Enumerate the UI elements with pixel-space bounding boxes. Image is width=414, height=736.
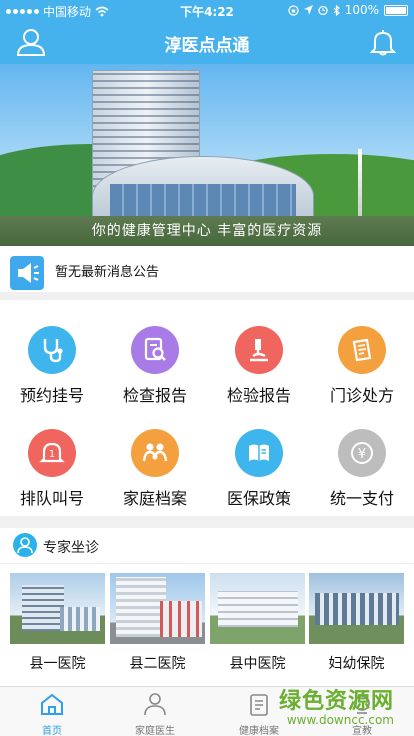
megaphone-icon [10, 256, 44, 290]
experts-title: 专家坐诊 [43, 540, 99, 556]
svg-text:¥: ¥ [358, 447, 366, 462]
hospital-photo [10, 573, 105, 644]
policy-book-icon [235, 429, 283, 477]
hospital-card-3[interactable]: 县中医院 [210, 573, 305, 681]
service-label: 家庭档案 [122, 489, 187, 508]
hospital-name: 县二医院 [129, 656, 186, 672]
watermark-title: 绿色资源网 [278, 689, 394, 714]
stethoscope-icon [28, 326, 76, 374]
service-appointment[interactable]: 预约挂号 [0, 310, 104, 413]
status-bar: 中国移动 下午4:22 100% [0, 0, 414, 20]
svg-text:1: 1 [49, 449, 55, 460]
home-icon [41, 693, 63, 715]
bell-icon[interactable] [370, 28, 396, 56]
clipboard-icon [250, 694, 268, 716]
tab-family-doctor[interactable]: 家庭医生 [103, 687, 207, 736]
hospital-card-4[interactable]: 妇幼保院 [309, 573, 404, 681]
service-label: 排队叫号 [19, 489, 84, 508]
location-icon [303, 5, 313, 15]
family-icon [131, 429, 179, 477]
tab-label: 家庭医生 [135, 726, 175, 736]
notice-bar[interactable]: 暂无最新消息公告 [0, 246, 414, 300]
service-label: 检查报告 [122, 386, 187, 405]
tab-label: 首页 [42, 726, 62, 736]
service-queue[interactable]: 1 排队叫号 [0, 413, 104, 516]
banner-caption: 你的健康管理中心 丰富的医疗资源 [0, 216, 414, 246]
queue-bell-icon: 1 [28, 429, 76, 477]
service-label: 统一支付 [329, 489, 394, 508]
watermark-url: www.downcc.com [286, 713, 394, 727]
service-label: 门诊处方 [329, 386, 394, 405]
doctor-icon [144, 693, 166, 716]
service-family-archive[interactable]: 家庭档案 [103, 413, 207, 516]
services-grid: 预约挂号 检查报告 检验报告 门诊处方 1 排队叫号 家庭档案 医保政策 ¥ 统… [0, 310, 414, 516]
section-divider [0, 516, 414, 528]
service-prescription[interactable]: 门诊处方 [310, 310, 414, 413]
alarm-icon [318, 5, 328, 15]
hospital-name: 县中医院 [229, 656, 286, 672]
battery-percent: 100% [344, 3, 379, 17]
service-exam-report[interactable]: 检查报告 [103, 310, 207, 413]
service-label: 预约挂号 [19, 386, 84, 405]
prescription-icon [338, 326, 386, 374]
hospital-name: 县一医院 [29, 656, 86, 672]
hospital-photo [309, 573, 404, 644]
microscope-icon [235, 326, 283, 374]
bluetooth-icon [333, 4, 340, 16]
hospital-card-1[interactable]: 县一医院 [10, 573, 105, 681]
hospital-photo [210, 573, 305, 644]
watermark: 绿色资源网 www.downcc.com [279, 683, 394, 727]
service-label: 检验报告 [226, 386, 291, 405]
battery-icon [384, 4, 408, 16]
banner-carousel[interactable]: 你的健康管理中心 丰富的医疗资源 [0, 64, 414, 246]
service-lab-report[interactable]: 检验报告 [207, 310, 311, 413]
service-unified-payment[interactable]: ¥ 统一支付 [310, 413, 414, 516]
banner-mast [358, 149, 362, 219]
page-title: 淳医点点通 [164, 36, 250, 56]
tab-home[interactable]: 首页 [0, 687, 104, 736]
service-label: 医保政策 [226, 489, 291, 508]
doctor-avatar-icon [13, 533, 37, 557]
notice-text: 暂无最新消息公告 [55, 265, 160, 280]
nav-bar: 淳医点点通 [0, 20, 414, 64]
hospital-name: 妇幼保院 [328, 656, 385, 672]
report-search-icon [131, 326, 179, 374]
service-insurance-policy[interactable]: 医保政策 [207, 413, 311, 516]
hospital-card-2[interactable]: 县二医院 [110, 573, 205, 681]
hospital-photo [110, 573, 205, 644]
yuan-payment-icon: ¥ [338, 429, 386, 477]
experts-section-header[interactable]: 专家坐诊 [0, 528, 414, 564]
lock-rotation-icon [288, 4, 299, 16]
hospital-list: 县一医院 县二医院 县中医院 妇幼保院 [0, 564, 414, 684]
